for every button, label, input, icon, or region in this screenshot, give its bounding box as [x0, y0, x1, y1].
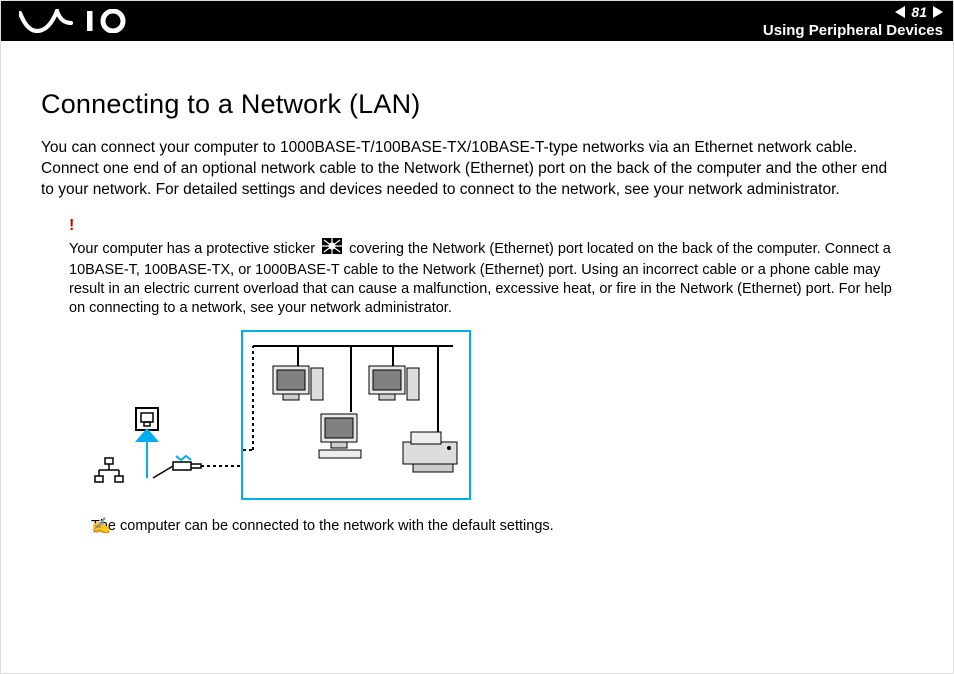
page-navigator: 81	[895, 4, 943, 20]
note-icon: ✍	[91, 516, 111, 536]
lan-topology-box	[241, 330, 471, 500]
page-title: Connecting to a Network (LAN)	[41, 89, 901, 120]
prev-page-icon[interactable]	[895, 6, 905, 18]
page-number: 81	[911, 4, 927, 20]
warning-text-before: Your computer has a protective sticker	[69, 241, 319, 257]
connector-illustration	[91, 350, 241, 500]
note-block: ✍ The computer can be connected to the n…	[41, 518, 901, 534]
page-content: Connecting to a Network (LAN) You can co…	[1, 41, 953, 554]
manual-page: 81 Using Peripheral Devices Connecting t…	[0, 0, 954, 674]
next-page-icon[interactable]	[933, 6, 943, 18]
warning-text: Your computer has a protective sticker c…	[69, 219, 901, 319]
sticker-icon	[321, 237, 343, 261]
warning-block: ! Your computer has a protective sticker…	[41, 219, 901, 319]
header-right: 81 Using Peripheral Devices	[763, 4, 943, 39]
vaio-logo	[19, 9, 129, 33]
note-text: The computer can be connected to the net…	[69, 518, 901, 534]
network-diagram	[41, 330, 901, 500]
page-header: 81 Using Peripheral Devices	[1, 1, 953, 41]
intro-paragraph: You can connect your computer to 1000BAS…	[41, 138, 901, 201]
section-title: Using Peripheral Devices	[763, 22, 943, 39]
warning-icon: !	[69, 217, 74, 235]
